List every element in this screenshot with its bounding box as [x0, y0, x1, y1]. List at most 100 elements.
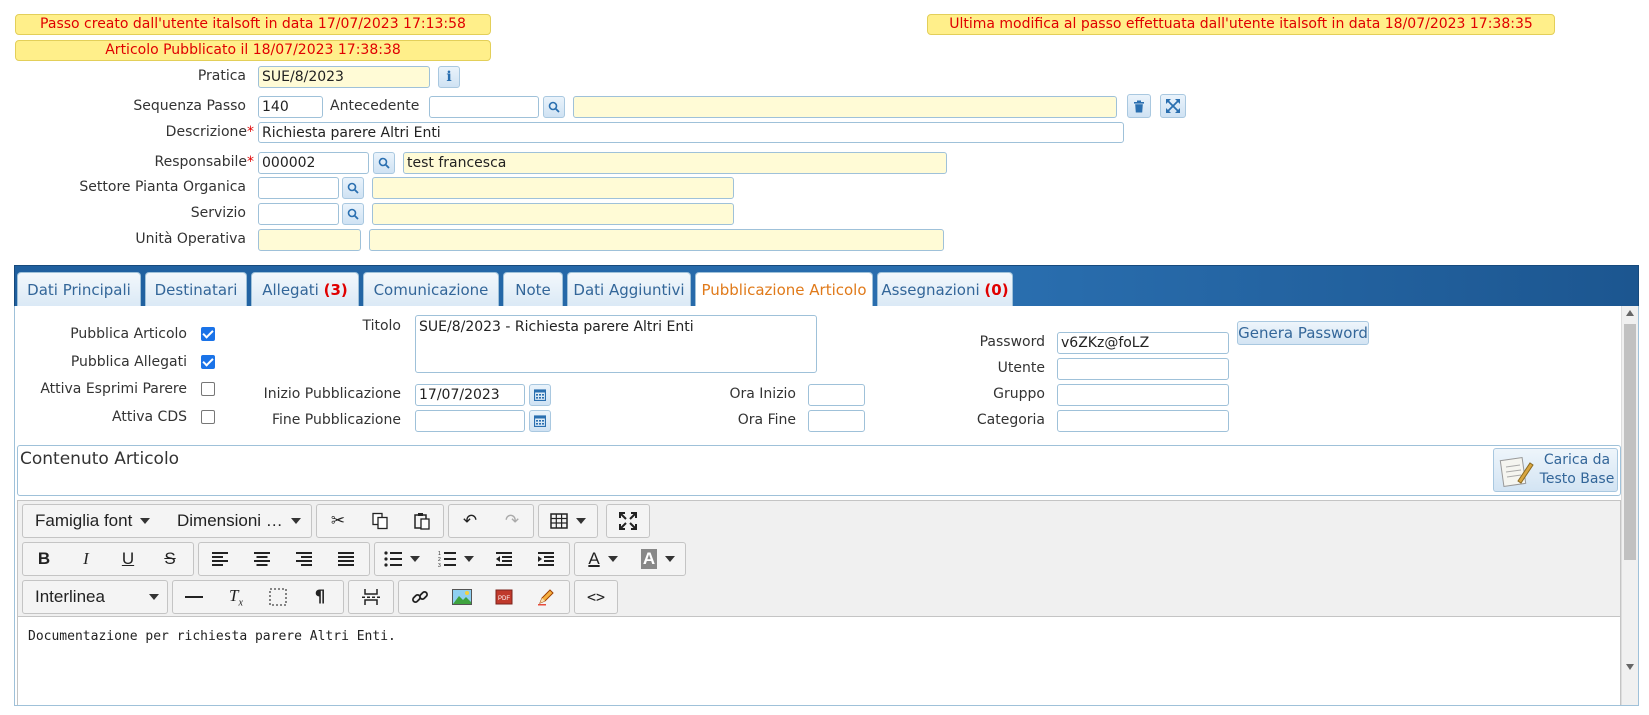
line-height-select[interactable]: Interlinea [23, 581, 167, 613]
servizio-code-input[interactable] [258, 203, 339, 225]
italic-button[interactable]: I [65, 543, 107, 575]
genera-password-button[interactable]: Genera Password [1237, 321, 1369, 345]
inizio-input[interactable]: 17/07/2023 [415, 384, 525, 406]
table-button[interactable] [539, 505, 597, 537]
redo-button[interactable]: ↷ [491, 505, 533, 537]
settore-code-input[interactable] [258, 177, 339, 199]
align-justify-icon [338, 552, 354, 566]
align-left-button[interactable] [199, 543, 241, 575]
servizio-search-button[interactable] [342, 203, 364, 225]
responsabile-search-button[interactable] [373, 152, 395, 174]
password-input[interactable]: v6ZKz@foLZ [1057, 332, 1229, 354]
outdent-button[interactable] [483, 543, 525, 575]
font-family-select[interactable]: Famiglia font [23, 505, 165, 537]
scroll-up-icon[interactable] [1626, 310, 1634, 316]
tab-assegnazioni[interactable]: Assegnazioni (0) [877, 272, 1013, 308]
attiva-cds-checkbox[interactable] [201, 410, 215, 424]
numbered-list-button[interactable]: 123 [429, 543, 483, 575]
paragraph-marks-button[interactable]: ¶ [299, 581, 341, 613]
horizontal-rule-button[interactable] [173, 581, 215, 613]
expand-button[interactable] [1160, 94, 1186, 118]
media-group: PDF [398, 580, 570, 614]
settore-search-button[interactable] [342, 177, 364, 199]
link-button[interactable] [399, 581, 441, 613]
unita-code-input[interactable] [258, 229, 361, 251]
tab-allegati[interactable]: Allegati (3) [251, 272, 359, 308]
sequenza-input[interactable]: 140 [258, 96, 323, 118]
published-banner: Articolo Pubblicato il 18/07/2023 17:38:… [15, 40, 491, 61]
tab-note[interactable]: Note [503, 272, 563, 308]
table-group [538, 504, 598, 538]
antecedente-description[interactable] [573, 96, 1117, 118]
gruppo-input[interactable] [1057, 384, 1229, 406]
fine-input[interactable] [415, 410, 525, 432]
antecedente-search-button[interactable] [543, 96, 565, 118]
underline-button[interactable]: U [107, 543, 149, 575]
bullet-list-button[interactable] [375, 543, 429, 575]
undo-button[interactable]: ↶ [449, 505, 491, 537]
highlight-button[interactable] [525, 581, 567, 613]
align-right-button[interactable] [283, 543, 325, 575]
fullscreen-button[interactable] [607, 505, 649, 537]
responsabile-name-input[interactable]: test francesca [403, 152, 947, 174]
ora-fine-input[interactable] [808, 410, 865, 432]
clear-format-button[interactable]: Tx [215, 581, 257, 613]
servizio-description[interactable] [372, 203, 734, 225]
tab-comunicazione[interactable]: Comunicazione [363, 272, 499, 308]
text-color-button[interactable]: A [575, 543, 631, 575]
background-color-button[interactable]: A [631, 543, 685, 575]
responsabile-code-input[interactable]: 000002 [258, 152, 369, 174]
categoria-input[interactable] [1057, 410, 1229, 432]
contenuto-title: Contenuto Articolo [20, 449, 180, 469]
indent-button[interactable] [525, 543, 567, 575]
outdent-icon [496, 552, 512, 566]
paste-icon [414, 513, 430, 530]
antecedente-input[interactable] [429, 96, 539, 118]
calendar-icon [534, 389, 546, 401]
tab-destinatari[interactable]: Destinatari [145, 272, 247, 308]
tab-dati-principali[interactable]: Dati Principali [17, 272, 141, 308]
pdf-button[interactable]: PDF [483, 581, 525, 613]
image-button[interactable] [441, 581, 483, 613]
editor-toolbar: Famiglia font Dimensioni … ✂ ↶ ↷ B I U S… [18, 501, 1620, 617]
inizio-calendar-button[interactable] [529, 384, 551, 406]
page-break-button[interactable] [349, 581, 393, 613]
paste-button[interactable] [401, 505, 443, 537]
fine-calendar-button[interactable] [529, 410, 551, 432]
source-code-button[interactable]: <> [575, 581, 617, 613]
categoria-label: Categoria [976, 412, 1045, 428]
strikethrough-button[interactable]: S [149, 543, 191, 575]
panel-scrollbar[interactable] [1621, 306, 1638, 705]
copy-button[interactable] [359, 505, 401, 537]
carica-testo-base-button[interactable]: Carica da Testo Base [1493, 448, 1618, 492]
pubblica-allegati-checkbox[interactable] [201, 355, 215, 369]
align-justify-button[interactable] [325, 543, 367, 575]
align-group [198, 542, 370, 576]
format-group: B I U S [22, 542, 194, 576]
visual-blocks-button[interactable] [257, 581, 299, 613]
ora-inizio-input[interactable] [808, 384, 865, 406]
pubblica-articolo-checkbox[interactable] [201, 327, 215, 341]
cut-button[interactable]: ✂ [317, 505, 359, 537]
scrollbar-thumb[interactable] [1624, 324, 1636, 560]
delete-button[interactable] [1127, 94, 1151, 118]
esprimi-parere-checkbox[interactable] [201, 382, 215, 396]
font-size-select[interactable]: Dimensioni … [165, 505, 311, 537]
align-center-button[interactable] [241, 543, 283, 575]
editor-body-text[interactable]: Documentazione per richiesta parere Altr… [28, 629, 396, 644]
insert-group: Tx ¶ [172, 580, 344, 614]
tab-pubblicazione-articolo[interactable]: Pubblicazione Articolo [695, 272, 873, 309]
pratica-input[interactable]: SUE/8/2023 [258, 66, 430, 88]
utente-input[interactable] [1057, 358, 1229, 380]
settore-description[interactable] [372, 177, 734, 199]
info-button[interactable]: i [438, 66, 460, 88]
unita-description[interactable] [369, 229, 944, 251]
scroll-down-icon[interactable] [1626, 664, 1634, 670]
bold-button[interactable]: B [23, 543, 65, 575]
trash-icon [1134, 100, 1144, 112]
tab-dati-aggiuntivi[interactable]: Dati Aggiuntivi [567, 272, 691, 308]
descrizione-input[interactable]: Richiesta parere Altri Enti [258, 122, 1124, 143]
titolo-textarea[interactable]: SUE/8/2023 - Richiesta parere Altri Enti [415, 315, 817, 373]
responsabile-label: Responsabile* [154, 154, 254, 170]
allegati-count: (3) [323, 281, 348, 299]
